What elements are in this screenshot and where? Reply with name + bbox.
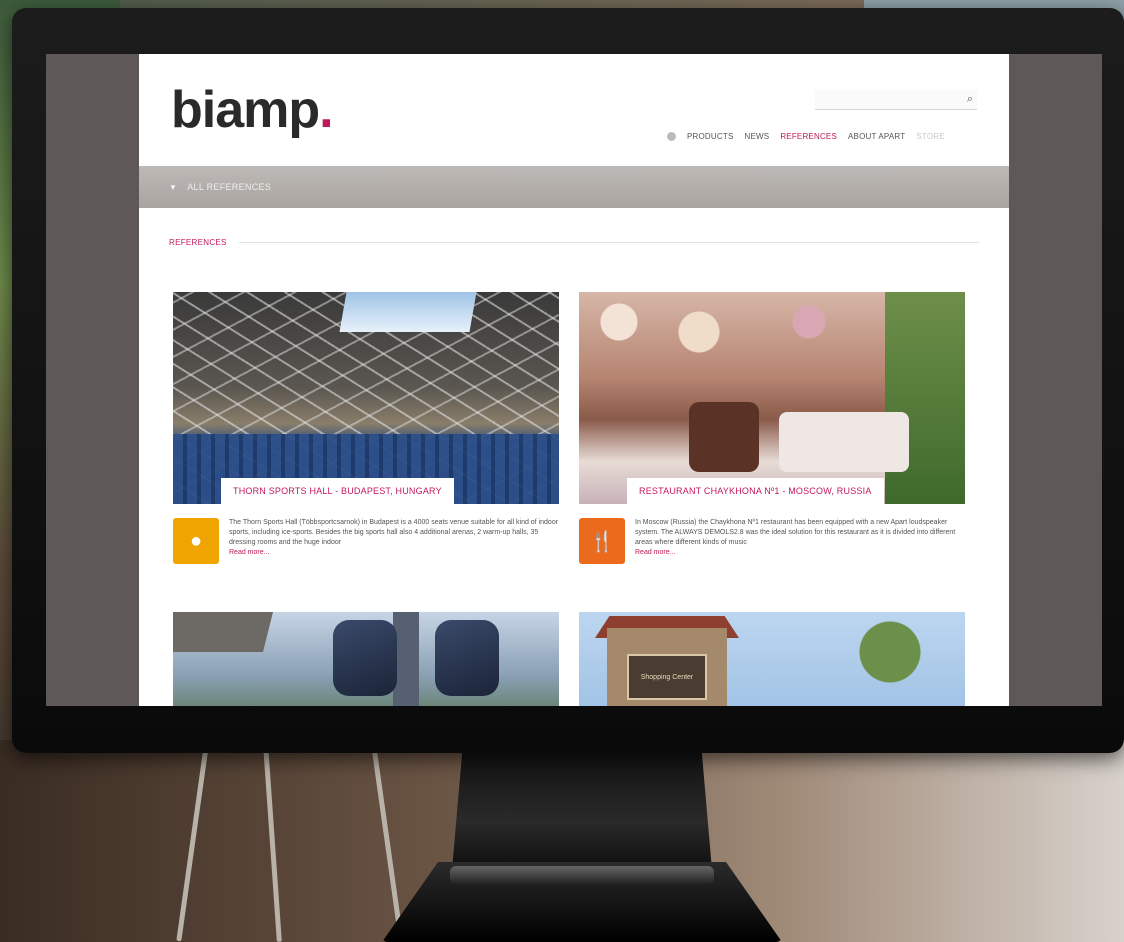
image-tree: [845, 612, 935, 706]
image-skylight: [339, 292, 477, 332]
reference-card[interactable]: Shopping Center: [579, 612, 965, 706]
filter-bar[interactable]: ▼ ALL REFERENCES: [139, 166, 1009, 208]
image-speaker: [333, 620, 397, 696]
filter-label[interactable]: ALL REFERENCES: [187, 182, 271, 192]
nav-item-news[interactable]: NEWS: [745, 132, 770, 141]
card-body: 🍴 In Moscow (Russia) the Chaykhona Nº1 r…: [579, 518, 965, 564]
image-chair: [689, 402, 759, 472]
card-caption[interactable]: THORN SPORTS HALL - BUDAPEST, HUNGARY: [221, 478, 454, 504]
section-header: REFERENCES: [169, 238, 979, 247]
reference-card[interactable]: THORN SPORTS HALL - BUDAPEST, HUNGARY ● …: [173, 292, 559, 564]
image-sign: Shopping Center: [627, 654, 707, 700]
nav-item-references[interactable]: REFERENCES: [780, 132, 837, 141]
filter-arrow-icon[interactable]: ▼: [169, 183, 177, 192]
monitor-stand-neck: [452, 750, 712, 870]
monitor-stand-highlight: [450, 866, 714, 884]
card-description: In Moscow (Russia) the Chaykhona Nº1 res…: [635, 519, 956, 546]
home-icon[interactable]: [667, 132, 676, 141]
card-image-outdoor-speakers[interactable]: [173, 612, 559, 706]
search-icon[interactable]: ⌕: [967, 93, 973, 106]
read-more-link[interactable]: Read more...: [229, 549, 269, 556]
nav-item-store[interactable]: STORE: [916, 132, 944, 141]
reference-card[interactable]: [173, 612, 559, 706]
card-image-restaurant[interactable]: RESTAURANT CHAYKHONA Nº1 - MOSCOW, RUSSI…: [579, 292, 965, 504]
reference-card[interactable]: RESTAURANT CHAYKHONA Nº1 - MOSCOW, RUSSI…: [579, 292, 965, 564]
site-header: biamp. ⌕ PRODUCTS NEWS REFERENCES ABOUT …: [139, 54, 1009, 166]
restaurant-icon: 🍴: [579, 518, 625, 564]
section-title: REFERENCES: [169, 238, 227, 247]
card-image-sports-hall[interactable]: THORN SPORTS HALL - BUDAPEST, HUNGARY: [173, 292, 559, 504]
sports-icon: ●: [173, 518, 219, 564]
card-text: In Moscow (Russia) the Chaykhona Nº1 res…: [635, 518, 965, 564]
search-box[interactable]: ⌕: [815, 90, 977, 110]
logo-text: biamp: [171, 81, 320, 139]
image-speaker: [435, 620, 499, 696]
nav-item-about[interactable]: ABOUT APART: [848, 132, 905, 141]
card-caption[interactable]: RESTAURANT CHAYKHONA Nº1 - MOSCOW, RUSSI…: [627, 478, 884, 504]
read-more-link[interactable]: Read more...: [635, 549, 675, 556]
card-image-shopping-center[interactable]: Shopping Center: [579, 612, 965, 706]
webpage: biamp. ⌕ PRODUCTS NEWS REFERENCES ABOUT …: [139, 54, 1009, 706]
image-roof: [173, 612, 273, 652]
main-nav: PRODUCTS NEWS REFERENCES ABOUT APART STO…: [667, 132, 945, 141]
image-greenery: [885, 292, 965, 504]
card-description: The Thorn Sports Hall (Többsportcsarnok)…: [229, 519, 559, 546]
biamp-logo[interactable]: biamp.: [171, 80, 334, 140]
card-body: ● The Thorn Sports Hall (Többsportcsarno…: [173, 518, 559, 564]
image-sofa: [779, 412, 909, 472]
logo-dot: .: [319, 81, 333, 139]
card-text: The Thorn Sports Hall (Többsportcsarnok)…: [229, 518, 559, 564]
nav-item-products[interactable]: PRODUCTS: [687, 132, 734, 141]
monitor-screen: biamp. ⌕ PRODUCTS NEWS REFERENCES ABOUT …: [46, 54, 1102, 706]
section-divider: [238, 242, 979, 243]
search-input[interactable]: [815, 94, 967, 105]
